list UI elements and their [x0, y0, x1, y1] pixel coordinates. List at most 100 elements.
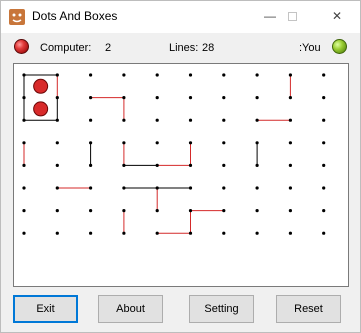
board-dot[interactable]: [222, 141, 226, 145]
board-dot[interactable]: [122, 73, 126, 77]
board-dot[interactable]: [55, 141, 59, 145]
board-dot[interactable]: [122, 141, 126, 145]
reset-button-label: Reset: [294, 303, 323, 315]
board-dot[interactable]: [288, 163, 292, 167]
board-dot[interactable]: [255, 141, 259, 145]
board-dot[interactable]: [222, 96, 226, 100]
captured-box-ball: [33, 101, 49, 117]
about-button[interactable]: About: [98, 295, 163, 323]
board-dot[interactable]: [255, 96, 259, 100]
board-dot[interactable]: [322, 231, 326, 235]
board-dot[interactable]: [322, 96, 326, 100]
board-dot[interactable]: [155, 186, 159, 190]
board-dot[interactable]: [188, 163, 193, 167]
board-dot[interactable]: [322, 186, 326, 190]
board-dot[interactable]: [255, 163, 259, 167]
board-canvas[interactable]: [14, 64, 348, 286]
game-window: Dots And Boxes — ✕ Computer: 2 Lines: 28…: [0, 0, 361, 333]
board-dot[interactable]: [288, 73, 292, 77]
maximize-button[interactable]: [270, 1, 314, 31]
board-dot[interactable]: [155, 118, 159, 122]
board-dot[interactable]: [288, 231, 292, 235]
close-button[interactable]: ✕: [315, 1, 359, 31]
board-dot[interactable]: [55, 209, 59, 213]
board-dot[interactable]: [255, 186, 259, 190]
exit-button[interactable]: Exit: [13, 295, 78, 323]
app-icon: [9, 9, 25, 25]
board-dot[interactable]: [222, 231, 226, 235]
board-dot[interactable]: [222, 186, 226, 190]
board-dot[interactable]: [188, 141, 193, 145]
board-dot[interactable]: [122, 231, 126, 235]
board-dot[interactable]: [288, 118, 292, 122]
reset-button[interactable]: Reset: [276, 295, 341, 323]
board-dot[interactable]: [89, 118, 93, 122]
close-icon: ✕: [331, 9, 343, 23]
lines-label: Lines:: [169, 42, 199, 54]
board-dot[interactable]: [122, 163, 126, 167]
board-dot[interactable]: [288, 186, 292, 190]
board-dot[interactable]: [22, 209, 26, 213]
board-dot[interactable]: [322, 209, 326, 213]
board-dot[interactable]: [89, 96, 93, 100]
board-dot[interactable]: [55, 73, 59, 77]
you-ball-icon: [332, 39, 347, 54]
board-dot[interactable]: [188, 96, 193, 100]
board-dot[interactable]: [155, 141, 159, 145]
board-dot[interactable]: [55, 231, 59, 235]
setting-button-label: Setting: [204, 303, 239, 315]
game-board[interactable]: [13, 63, 349, 287]
board-dot[interactable]: [288, 96, 292, 100]
board-dot[interactable]: [122, 209, 126, 213]
board-dot[interactable]: [255, 231, 259, 235]
setting-button[interactable]: Setting: [189, 295, 254, 323]
board-dot[interactable]: [89, 141, 93, 145]
board-dot[interactable]: [22, 96, 26, 100]
board-dot[interactable]: [322, 73, 326, 77]
board-dot[interactable]: [89, 163, 93, 167]
board-dot[interactable]: [55, 96, 59, 100]
exit-button-label: Exit: [36, 303, 55, 315]
board-dot[interactable]: [288, 209, 292, 213]
board-dot[interactable]: [122, 118, 126, 122]
board-dot[interactable]: [322, 163, 326, 167]
board-dot[interactable]: [155, 231, 159, 235]
board-dot[interactable]: [155, 163, 159, 167]
board-dot[interactable]: [222, 73, 226, 77]
board-dot[interactable]: [22, 163, 26, 167]
board-dot[interactable]: [222, 163, 226, 167]
board-dot[interactable]: [222, 209, 226, 213]
board-dot[interactable]: [322, 141, 326, 145]
board-dot[interactable]: [188, 186, 193, 190]
board-dot[interactable]: [22, 186, 26, 190]
computer-label: Computer:: [40, 42, 92, 54]
board-dot[interactable]: [89, 73, 93, 77]
board-dot[interactable]: [89, 186, 93, 190]
board-dot[interactable]: [155, 209, 159, 213]
board-dot[interactable]: [155, 73, 159, 77]
board-dot[interactable]: [255, 118, 259, 122]
board-dot[interactable]: [122, 96, 126, 100]
board-dot[interactable]: [155, 96, 159, 100]
board-dot[interactable]: [122, 186, 126, 190]
board-dot[interactable]: [322, 118, 326, 122]
board-dot[interactable]: [188, 231, 193, 235]
board-dot[interactable]: [22, 118, 26, 122]
board-dot[interactable]: [22, 231, 26, 235]
board-dot[interactable]: [222, 118, 226, 122]
board-dot[interactable]: [22, 73, 26, 77]
board-dot[interactable]: [188, 73, 193, 77]
window-title: Dots And Boxes: [32, 9, 118, 23]
board-dot[interactable]: [255, 73, 259, 77]
board-dot[interactable]: [188, 209, 193, 213]
board-dot[interactable]: [288, 141, 292, 145]
computer-ball-icon: [14, 39, 29, 54]
board-dot[interactable]: [22, 141, 26, 145]
board-dot[interactable]: [55, 163, 59, 167]
board-dot[interactable]: [188, 118, 193, 122]
board-dot[interactable]: [89, 209, 93, 213]
board-dot[interactable]: [55, 186, 59, 190]
board-dot[interactable]: [255, 209, 259, 213]
board-dot[interactable]: [55, 118, 59, 122]
board-dot[interactable]: [89, 231, 93, 235]
